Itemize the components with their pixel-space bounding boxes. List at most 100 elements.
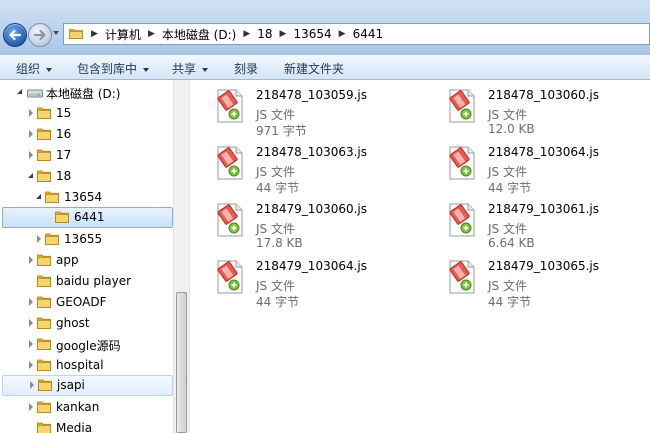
file-item[interactable]: 218479_103061.js JS 文件 6.64 KB xyxy=(422,194,622,250)
expanded-arrow-icon[interactable] xyxy=(17,89,22,94)
folder-icon xyxy=(37,296,51,308)
tree-label: GEOADF xyxy=(56,295,107,309)
collapsed-arrow-icon[interactable] xyxy=(29,256,33,264)
tree-item-kankan[interactable]: kankan xyxy=(0,397,174,418)
folder-icon xyxy=(55,211,69,223)
collapsed-arrow-icon[interactable] xyxy=(37,235,41,243)
folder-icon xyxy=(37,359,51,371)
file-name: 218479_103065.js xyxy=(488,259,600,273)
burn-button[interactable]: 刻录 xyxy=(234,60,258,77)
tree-item-app[interactable]: app xyxy=(0,250,174,271)
tree-item-6441[interactable]: 6441 xyxy=(2,207,173,228)
tree-label: 17 xyxy=(56,148,72,162)
new-folder-button[interactable]: 新建文件夹 xyxy=(284,60,344,77)
breadcrumb-13654[interactable]: 13654 xyxy=(293,27,331,41)
tree-item-18[interactable]: 18 xyxy=(0,166,174,187)
burn-label: 刻录 xyxy=(234,62,259,76)
tree-label: kankan xyxy=(56,400,100,414)
file-item[interactable]: 218478_103059.js JS 文件 971 字节 xyxy=(190,80,390,138)
collapsed-arrow-icon[interactable] xyxy=(29,109,33,117)
collapsed-arrow-icon[interactable] xyxy=(29,403,33,411)
tree-item-google-source[interactable]: google源码 xyxy=(0,334,174,355)
file-item[interactable]: 218478_103060.js JS 文件 12.0 KB xyxy=(422,80,622,136)
tree-item-hospital[interactable]: hospital xyxy=(0,355,174,376)
forward-button[interactable] xyxy=(28,23,52,47)
breadcrumb-separator-icon[interactable]: ▶ xyxy=(339,29,346,39)
file-type: JS 文件 xyxy=(256,222,295,236)
file-name: 218478_103060.js xyxy=(488,88,600,102)
folder-icon xyxy=(38,379,52,391)
breadcrumb-separator-icon[interactable]: ▶ xyxy=(148,29,155,39)
breadcrumb-separator-icon[interactable]: ▶ xyxy=(91,29,98,39)
tree-item-jsapi[interactable]: jsapi xyxy=(2,375,173,396)
file-item[interactable]: 218478_103064.js JS 文件 44 字节 xyxy=(422,137,622,195)
collapsed-arrow-icon[interactable] xyxy=(29,298,33,306)
folder-icon xyxy=(37,422,51,433)
tree-item-baidu-player[interactable]: baidu player xyxy=(0,271,174,292)
file-item[interactable]: 218478_103063.js JS 文件 44 字节 xyxy=(190,137,390,195)
breadcrumb-separator-icon[interactable]: ▶ xyxy=(243,29,250,39)
back-button[interactable] xyxy=(3,23,27,47)
folder-icon xyxy=(37,107,51,119)
file-item[interactable]: 218479_103065.js JS 文件 44 字节 xyxy=(422,251,622,309)
tree-item-media[interactable]: Media xyxy=(0,418,174,433)
scrollbar-thumb[interactable] xyxy=(176,292,187,433)
file-type: JS 文件 xyxy=(256,108,295,122)
expanded-arrow-icon[interactable] xyxy=(36,194,41,199)
folder-icon xyxy=(37,275,51,287)
collapsed-arrow-icon[interactable] xyxy=(29,319,33,327)
tree-item-13654[interactable]: 13654 xyxy=(0,187,174,208)
expanded-arrow-icon[interactable] xyxy=(28,173,33,178)
forward-arrow-icon xyxy=(33,29,46,41)
tree-item-drive-d[interactable]: 本地磁盘 (D:) xyxy=(0,82,174,103)
folder-icon xyxy=(37,170,51,182)
tree-item-geoadf[interactable]: GEOADF xyxy=(0,292,174,313)
new-folder-label: 新建文件夹 xyxy=(284,62,345,76)
include-in-library-button[interactable]: 包含到库中 xyxy=(77,60,150,77)
file-type: JS 文件 xyxy=(256,165,295,179)
js-file-icon xyxy=(217,146,243,180)
nav-scrollbar[interactable] xyxy=(173,80,189,433)
file-type: JS 文件 xyxy=(256,279,295,293)
file-name: 218479_103064.js xyxy=(256,259,368,273)
tree-item-13655[interactable]: 13655 xyxy=(0,229,174,250)
collapsed-arrow-icon[interactable] xyxy=(29,151,33,159)
folder-icon xyxy=(37,149,51,161)
breadcrumb-drive[interactable]: 本地磁盘 (D:) xyxy=(162,26,236,43)
collapsed-arrow-icon[interactable] xyxy=(29,340,33,348)
tree-item-ghost[interactable]: ghost xyxy=(0,313,174,334)
folder-icon xyxy=(37,254,51,266)
file-item[interactable]: 218479_103064.js JS 文件 44 字节 xyxy=(190,251,390,309)
collapsed-arrow-icon[interactable] xyxy=(30,381,34,389)
navigation-pane: 本地磁盘 (D:) 15 16 17 18 13654 6441 13655 a… xyxy=(0,80,190,433)
breadcrumb-separator-icon[interactable]: ▶ xyxy=(280,29,287,39)
address-field[interactable]: ▶ 计算机 ▶ 本地磁盘 (D:) ▶ 18 ▶ 13654 ▶ 6441 xyxy=(63,23,650,45)
collapsed-arrow-icon[interactable] xyxy=(29,130,33,138)
file-name: 218478_103064.js xyxy=(488,145,600,159)
tree-item-16[interactable]: 16 xyxy=(0,124,174,145)
js-file-icon xyxy=(449,260,475,294)
file-item[interactable]: 218479_103060.js JS 文件 17.8 KB xyxy=(190,194,390,250)
tree-label: 16 xyxy=(56,127,72,141)
js-file-icon xyxy=(217,203,243,237)
breadcrumb-computer[interactable]: 计算机 xyxy=(105,26,141,43)
share-button[interactable]: 共享 xyxy=(172,60,209,77)
tree-label: 15 xyxy=(56,106,72,120)
tree-label: 本地磁盘 (D:) xyxy=(46,87,121,101)
folder-icon xyxy=(37,338,51,350)
recent-pages-dropdown[interactable] xyxy=(53,31,59,35)
breadcrumb-18[interactable]: 18 xyxy=(257,27,272,41)
file-size: 6.64 KB xyxy=(488,236,535,250)
tree-item-17[interactable]: 17 xyxy=(0,145,174,166)
tree-label: jsapi xyxy=(57,378,85,392)
js-file-icon xyxy=(217,260,243,294)
include-library-label: 包含到库中 xyxy=(77,62,138,76)
collapsed-arrow-icon[interactable] xyxy=(29,361,33,369)
command-bar: 组织 包含到库中 共享 刻录 新建文件夹 xyxy=(0,55,650,80)
back-arrow-icon xyxy=(9,29,22,41)
organize-button[interactable]: 组织 xyxy=(16,60,53,77)
tree-item-15[interactable]: 15 xyxy=(0,103,174,124)
js-file-icon xyxy=(449,146,475,180)
breadcrumb-6441[interactable]: 6441 xyxy=(353,27,384,41)
dropdown-arrow-icon xyxy=(143,67,150,72)
